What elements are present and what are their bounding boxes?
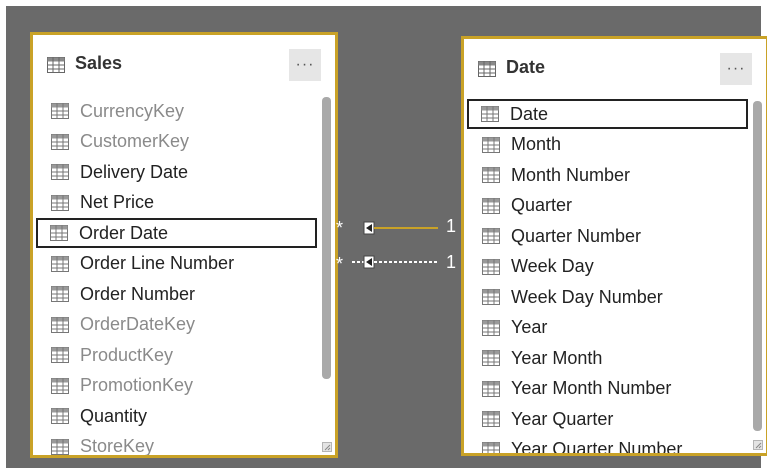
field-label: Year Quarter xyxy=(511,408,614,429)
table-grid-icon xyxy=(478,61,496,77)
field-label: Quarter Number xyxy=(511,225,642,246)
column-field-icon xyxy=(51,286,69,302)
field-row[interactable]: Year Month xyxy=(470,343,742,373)
from-cardinality-label: * xyxy=(336,254,344,274)
column-field-icon xyxy=(51,164,69,180)
field-label: Net Price xyxy=(80,192,155,212)
field-label: Date xyxy=(510,103,549,124)
field-row[interactable]: PromotionKey xyxy=(39,371,311,401)
column-field-icon xyxy=(482,380,500,397)
date-field-list: Date Month Month Number Quarter Quarter Numb… xyxy=(464,99,748,453)
column-field-icon xyxy=(482,197,500,214)
resize-grip-icon[interactable] xyxy=(753,440,763,450)
table-grid-icon xyxy=(47,57,65,73)
filter-arrow-icon xyxy=(352,255,438,269)
column-field-icon xyxy=(51,438,69,455)
field-label: CurrencyKey xyxy=(80,100,185,121)
ellipsis-icon: ··· xyxy=(726,60,746,77)
column-field-icon xyxy=(51,408,69,424)
column-field-icon xyxy=(482,411,500,427)
field-label: Week Day xyxy=(511,256,594,276)
field-row[interactable]: CurrencyKey xyxy=(39,96,311,126)
field-row[interactable]: Week Day Number xyxy=(470,282,742,312)
column-field-icon xyxy=(482,167,500,183)
column-field-icon xyxy=(51,316,69,333)
field-row[interactable]: Year Quarter Number xyxy=(470,435,742,456)
field-label: Year Month Number xyxy=(511,378,672,398)
field-label: CustomerKey xyxy=(80,131,190,151)
column-field-icon xyxy=(482,319,500,336)
field-row[interactable]: Year xyxy=(470,313,742,343)
column-field-icon xyxy=(482,441,500,453)
column-field-icon xyxy=(51,194,69,211)
field-label: Year xyxy=(511,317,548,337)
column-field-icon xyxy=(51,347,69,363)
field-label: Month xyxy=(511,134,562,154)
column-field-icon xyxy=(481,106,499,122)
field-row[interactable]: Quarter xyxy=(470,191,742,221)
field-row[interactable]: Week Day xyxy=(470,252,742,282)
field-label: Week Day Number xyxy=(511,286,663,307)
field-label: ProductKey xyxy=(80,344,174,365)
field-row[interactable]: Order Number xyxy=(39,279,311,309)
column-field-icon xyxy=(482,136,500,153)
field-label: Order Line Number xyxy=(80,253,235,273)
field-label: Order Number xyxy=(80,283,196,304)
field-label: Quantity xyxy=(80,405,148,426)
filter-arrow-icon xyxy=(363,221,438,235)
field-row[interactable]: Quarter Number xyxy=(470,221,742,251)
field-label: Quarter xyxy=(511,195,573,215)
table-title: Sales xyxy=(75,53,123,73)
column-field-icon xyxy=(482,228,500,244)
sales-field-list: CurrencyKey CustomerKey Delivery Date Net P… xyxy=(33,95,317,455)
scrollbar[interactable] xyxy=(753,101,762,431)
field-row[interactable]: Order Line Number xyxy=(39,249,311,279)
from-cardinality-label: * xyxy=(336,218,344,238)
field-row[interactable]: OrderDateKey xyxy=(39,310,311,340)
to-cardinality-label: 1 xyxy=(446,216,457,236)
sales-table-header[interactable]: Sales ··· xyxy=(33,35,335,95)
ellipsis-icon: ··· xyxy=(295,56,315,73)
column-field-icon xyxy=(482,289,500,305)
column-field-icon xyxy=(51,377,69,394)
field-label: Delivery Date xyxy=(80,161,189,182)
column-field-icon xyxy=(51,133,69,150)
resize-grip-icon[interactable] xyxy=(322,442,332,452)
column-field-icon xyxy=(51,103,69,119)
field-row[interactable]: StoreKey xyxy=(39,432,311,456)
sales-table-card[interactable]: Sales ··· CurrencyKey CustomerKey Delivery… xyxy=(30,32,338,458)
date-table-card[interactable]: Date ··· Date Month Month Number Quarter Qua… xyxy=(461,36,767,456)
field-row[interactable]: Delivery Date xyxy=(39,157,311,187)
field-row[interactable]: Month Number xyxy=(470,160,742,190)
field-row[interactable]: Year Month Number xyxy=(470,374,742,404)
field-row[interactable]: Date xyxy=(467,99,748,129)
field-row[interactable]: Year Quarter xyxy=(470,404,742,434)
more-options-button[interactable]: ··· xyxy=(720,53,752,85)
field-label: PromotionKey xyxy=(80,375,194,395)
column-field-icon xyxy=(51,255,69,272)
column-field-icon xyxy=(50,225,68,241)
field-label: OrderDateKey xyxy=(80,314,196,334)
scrollbar[interactable] xyxy=(322,97,331,379)
field-row[interactable]: Month xyxy=(470,130,742,160)
field-row[interactable]: Net Price xyxy=(39,188,311,218)
field-label: Year Quarter Number xyxy=(511,439,683,456)
model-canvas[interactable]: Sales ··· CurrencyKey CustomerKey Delivery… xyxy=(6,6,767,468)
field-row[interactable]: Order Date xyxy=(36,218,317,248)
column-field-icon xyxy=(482,350,500,366)
to-cardinality-label: 1 xyxy=(446,252,457,272)
field-row[interactable]: CustomerKey xyxy=(39,127,311,157)
column-field-icon xyxy=(482,258,500,275)
field-label: Order Date xyxy=(79,222,169,243)
date-table-header[interactable]: Date ··· xyxy=(464,39,766,99)
field-label: StoreKey xyxy=(80,436,155,456)
table-title: Date xyxy=(506,57,546,77)
field-row[interactable]: Quantity xyxy=(39,401,311,431)
field-label: Month Number xyxy=(511,164,631,185)
more-options-button[interactable]: ··· xyxy=(289,49,321,81)
field-label: Year Month xyxy=(511,347,603,368)
field-row[interactable]: ProductKey xyxy=(39,340,311,370)
